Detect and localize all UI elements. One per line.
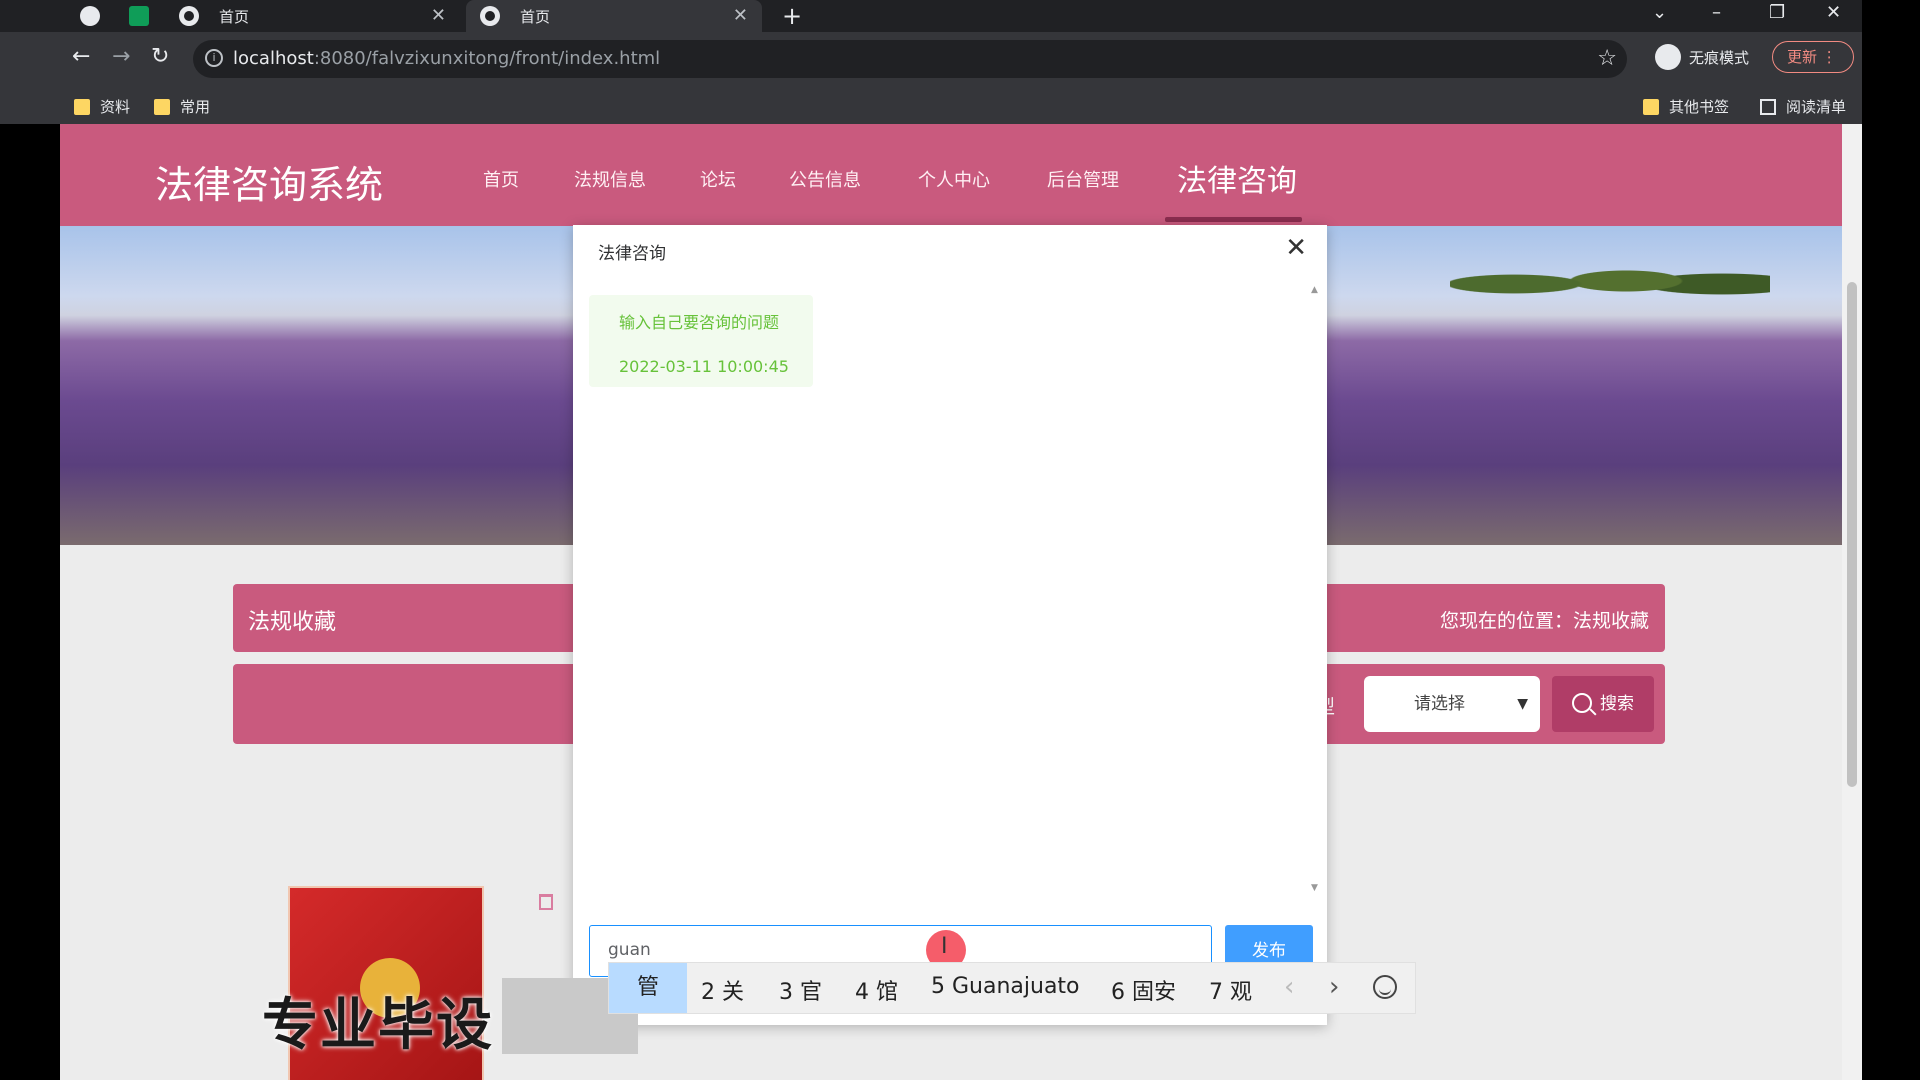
tab-close-icon[interactable]: ✕: [733, 5, 748, 26]
restore-icon[interactable]: ❐: [1769, 2, 1785, 23]
incognito-icon: [1655, 44, 1681, 70]
address-bar[interactable]: i localhost:8080/falvzixunxitong/front/i…: [193, 40, 1627, 78]
ime-candidate[interactable]: 2 关: [701, 974, 744, 1006]
folder-icon: [74, 98, 90, 115]
pinned-tab-globe-icon[interactable]: [80, 6, 100, 26]
reading-list[interactable]: 阅读清单: [1760, 96, 1846, 117]
messages-scrollbar[interactable]: ▲ ▼: [1311, 285, 1319, 893]
browser-toolbar: ← → ↻ i localhost:8080/falvzixunxitong/f…: [0, 32, 1862, 88]
globe-icon: [480, 6, 500, 26]
ime-candidate[interactable]: 3 官: [779, 974, 822, 1006]
screen: 首页 ✕ 首页 ✕ + ⌄ – ❐ ✕ ← → ↻ i localhost:80…: [0, 0, 1920, 1080]
watermark-text: 专业毕设: [262, 993, 494, 1058]
nav-forum[interactable]: 论坛: [700, 166, 736, 192]
type-select[interactable]: 请选择 ▼: [1364, 676, 1540, 732]
reload-icon[interactable]: ↻: [151, 44, 169, 69]
scroll-down-icon[interactable]: ▼: [1311, 883, 1318, 893]
message-text: 输入自己要咨询的问题: [619, 313, 780, 332]
new-tab-plus-icon[interactable]: +: [782, 2, 802, 30]
site-logo[interactable]: 法律咨询系统: [155, 154, 383, 209]
nav-legal-consult[interactable]: 法律咨询: [1177, 156, 1297, 200]
ime-candidate[interactable]: 5 Guanajuato: [931, 974, 1080, 999]
reading-list-icon: [1760, 98, 1776, 115]
message-time: 2022-03-11 10:00:45: [619, 357, 789, 376]
tab-title: 首页: [520, 7, 551, 26]
nav-admin[interactable]: 后台管理: [1047, 166, 1119, 192]
ime-candidate-bar: 管 2 关 3 官 4 馆 5 Guanajuato 6 固安 7 观 ‹ ›: [608, 962, 1416, 1014]
minimize-icon[interactable]: –: [1712, 2, 1721, 23]
browser-tab-bar: 首页 ✕ 首页 ✕ + ⌄ – ❐ ✕: [0, 0, 1862, 32]
ime-prev-icon[interactable]: ‹: [1284, 972, 1294, 1002]
ime-candidate[interactable]: 6 固安: [1111, 974, 1176, 1006]
ime-candidate[interactable]: 管: [609, 963, 687, 1013]
window-close-icon[interactable]: ✕: [1826, 2, 1841, 23]
dialog-title: 法律咨询: [598, 244, 666, 264]
url-text: localhost:8080/falvzixunxitong/front/ind…: [233, 48, 661, 69]
text-cursor-icon: I: [941, 934, 948, 959]
close-icon[interactable]: ✕: [1285, 233, 1307, 263]
search-button[interactable]: 搜索: [1552, 676, 1654, 732]
emoji-icon[interactable]: [1373, 975, 1397, 999]
page-scrollbar-thumb[interactable]: [1847, 282, 1857, 787]
scroll-up-icon[interactable]: ▲: [1311, 285, 1318, 295]
update-button[interactable]: 更新 ⋮: [1772, 41, 1854, 73]
banner-trees: [1450, 248, 1770, 308]
site-info-icon[interactable]: i: [205, 49, 223, 67]
ime-candidate[interactable]: 7 观: [1209, 974, 1252, 1006]
other-bookmarks[interactable]: 其他书签: [1643, 96, 1729, 117]
back-arrow-icon[interactable]: ←: [72, 44, 90, 69]
folder-icon: [1643, 98, 1659, 115]
chevron-down-icon: ▼: [1517, 696, 1528, 712]
globe-icon: [179, 6, 199, 26]
consult-dialog: 法律咨询 ✕ 输入自己要咨询的问题 2022-03-11 10:00:45 ▲ …: [573, 225, 1327, 1025]
nav-regulations[interactable]: 法规信息: [574, 166, 646, 192]
tab-search-chevron-icon[interactable]: ⌄: [1652, 2, 1667, 23]
tab-title: 首页: [219, 7, 250, 26]
nav-announcements[interactable]: 公告信息: [789, 166, 861, 192]
bookmark-folder-资料[interactable]: 资料: [74, 96, 130, 117]
ime-candidate[interactable]: 4 馆: [855, 974, 898, 1006]
bookmarks-bar: 资料 常用 其他书签 阅读清单: [0, 88, 1862, 124]
chat-message: 输入自己要咨询的问题 2022-03-11 10:00:45: [589, 295, 813, 387]
forward-arrow-icon[interactable]: →: [112, 44, 130, 69]
incognito-label: 无痕模式: [1689, 48, 1750, 67]
bookmark-star-icon[interactable]: ☆: [1597, 46, 1617, 71]
nav-active-indicator: [1165, 217, 1302, 222]
browser-tab-active[interactable]: 首页 ✕: [466, 0, 762, 32]
incognito-indicator[interactable]: 无痕模式: [1655, 44, 1749, 70]
site-header: 法律咨询系统 首页 法规信息 论坛 公告信息 个人中心 后台管理 法律咨询: [60, 124, 1842, 226]
nav-personal-center[interactable]: 个人中心: [918, 166, 990, 192]
breadcrumb: 您现在的位置：法规收藏: [1439, 610, 1649, 632]
section-title: 法规收藏: [248, 610, 337, 635]
search-icon: [1572, 693, 1592, 713]
tab-close-icon[interactable]: ✕: [431, 5, 446, 26]
ime-next-icon[interactable]: ›: [1329, 972, 1339, 1002]
pinned-tab-sheets-icon[interactable]: [129, 6, 149, 26]
folder-icon: [154, 98, 170, 115]
bookmark-folder-常用[interactable]: 常用: [154, 96, 210, 117]
delete-trash-icon[interactable]: [539, 894, 553, 910]
nav-home[interactable]: 首页: [483, 166, 519, 192]
browser-tab-inactive[interactable]: 首页 ✕: [165, 0, 460, 32]
